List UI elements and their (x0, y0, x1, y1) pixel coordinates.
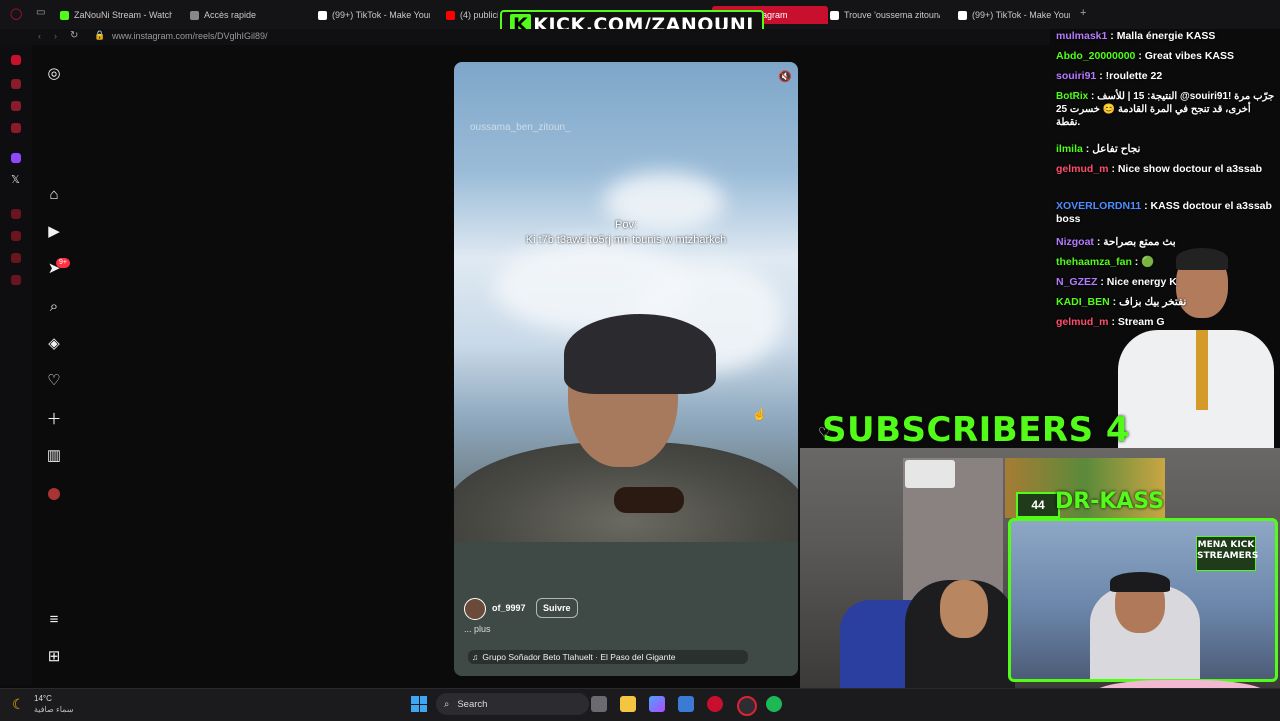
tab-tiktok-1[interactable]: (99+) TikTok - Make Your (318, 6, 430, 24)
task-view-icon[interactable] (591, 696, 607, 712)
twitch-icon[interactable] (11, 153, 21, 163)
windows-start-icon[interactable] (411, 696, 427, 712)
chat-message: thehaamza_fan : 🟢 (1056, 256, 1155, 268)
back-icon[interactable]: ‹ (38, 31, 41, 41)
hand-cursor-icon: ☝ (752, 407, 767, 421)
grid-favicon-icon (190, 10, 199, 20)
kick-favicon-icon (60, 10, 69, 20)
streamer-tag: DR-KASS (1055, 489, 1165, 514)
create-icon[interactable]: ＋ (45, 409, 63, 428)
guest-headset (1110, 572, 1170, 592)
chat-message: KADI_BEN : نفتخر بيك بزاف (1056, 296, 1187, 308)
search-icon[interactable]: ⌕ (45, 297, 63, 315)
new-tab-icon[interactable]: + (1080, 7, 1086, 19)
store-icon[interactable] (678, 696, 694, 712)
youtube-favicon-icon (446, 10, 455, 20)
instagram-logo-icon[interactable]: ◎ (45, 64, 63, 82)
explore-icon[interactable]: ◈ (45, 334, 63, 352)
dashboard-icon[interactable]: ▥ (45, 446, 63, 464)
reel-subject-beanie (564, 314, 716, 394)
spotify-icon[interactable] (766, 696, 782, 712)
reels-icon[interactable]: ▶ (45, 222, 63, 240)
tab-overview-icon[interactable]: ▭ (36, 7, 45, 18)
obs-icon[interactable] (737, 696, 757, 716)
stream-chat: mulmask1 : Malla énergie KASS Abdo_20000… (1052, 28, 1280, 338)
mena-kick-badge: MENA KICK STREAMERS (1196, 536, 1258, 571)
reel-caption-text: Ki t7b t3awd to5rj mn tounis w mtzharkch (525, 234, 727, 246)
chat-message: Nizgoat : بث ممتع بصراحة (1056, 236, 1176, 248)
forward-icon[interactable]: › (54, 31, 57, 41)
level-badge: 44 (1016, 492, 1060, 518)
sidebar-app-icon[interactable] (11, 79, 21, 89)
reel-username-watermark: oussama_ben_zitoun_ (470, 122, 571, 133)
browser-sidebar: 𝕏 (0, 45, 32, 685)
chat-message: souiri91 : !roulette 22 (1056, 70, 1163, 82)
taskbar-search[interactable]: ⌕ Search (436, 693, 589, 715)
mute-icon[interactable]: 🔇 (778, 70, 792, 83)
home-icon[interactable]: ⌂ (45, 185, 63, 203)
meta-icon[interactable]: ⊞ (45, 647, 63, 665)
file-explorer-icon[interactable] (620, 696, 636, 712)
sidebar-app-icon[interactable] (11, 101, 21, 111)
search-icon: ⌕ (444, 698, 450, 710)
weather-moon-icon[interactable]: ☾ (12, 696, 25, 713)
windows-taskbar (0, 688, 1280, 721)
subscribers-banner: SUBSCRIBERS 4 (822, 410, 1131, 450)
chat-message: mulmask1 : Malla énergie KASS (1056, 30, 1216, 42)
weather-temperature[interactable]: 14°C (34, 694, 52, 703)
tab-publicite[interactable]: (4) publicit (446, 6, 498, 24)
opera-icon[interactable] (707, 696, 723, 712)
menu-icon[interactable]: ≡ (45, 610, 63, 628)
chat-message: N_GZEZ : Nice energy K (1056, 276, 1177, 288)
sidebar-app-icon[interactable] (11, 123, 21, 133)
reel-music[interactable]: ♫ Grupo Soñador Beto Tlahuelt · El Paso d… (468, 650, 748, 664)
doctor-cutout-tie (1196, 330, 1208, 410)
x-icon[interactable]: 𝕏 (11, 173, 20, 186)
reel-subject-sunglasses (614, 487, 684, 513)
copilot-icon[interactable] (649, 696, 665, 712)
tiktok-favicon-icon (318, 10, 327, 20)
opera-logo-icon[interactable]: ◯ (10, 7, 22, 20)
chat-message: BotRix : النتيجة: 15 | للأسف @souiri91! … (1056, 91, 1275, 128)
profile-icon[interactable] (45, 485, 63, 503)
chat-message: gelmud_m : Stream G (1056, 316, 1165, 328)
follow-button[interactable]: Suivre (536, 598, 578, 618)
weather-description: سماء صافية (34, 705, 74, 714)
chat-message: XOVERLORDN11 : KASS doctour el a3ssab bo… (1056, 200, 1272, 225)
music-note-icon: ♫ (472, 652, 479, 662)
more-link[interactable]: ... plus (464, 624, 491, 634)
chat-message: gelmud_m : Nice show doctour el a3ssab (1056, 163, 1262, 175)
reel-caption-title: Pov: (614, 219, 637, 231)
url-input[interactable]: www.instagram.com/reels/DVglhIGil89/ (112, 31, 268, 41)
tab-trouve[interactable]: Trouve 'oussema zitoun/ (830, 6, 940, 24)
sidebar-app-icon[interactable] (11, 231, 21, 241)
messages-badge: 9+ (56, 258, 70, 268)
tab-acces-rapide[interactable]: Accès rapide (190, 6, 300, 24)
chat-message: ilmila : نجاح تفاعل (1056, 143, 1141, 155)
sidebar-app-icon[interactable] (11, 275, 21, 285)
tab-tiktok-2[interactable]: (99+) TikTok - Make Your (958, 6, 1070, 24)
reel-video[interactable]: 🔇 oussama_ben_zitoun_ Pov: Ki t7b t3awd … (454, 62, 798, 676)
chat-message: Abdo_20000000 : Great vibes KASS (1056, 50, 1235, 62)
sidebar-app-icon[interactable] (11, 209, 21, 219)
notifications-icon[interactable]: ♡ (45, 371, 63, 389)
author-avatar[interactable] (464, 598, 486, 620)
sidebar-app-icon[interactable] (11, 253, 21, 263)
webcam-air-conditioner (905, 460, 955, 488)
reload-icon[interactable]: ↻ (70, 30, 78, 41)
webcam-person-head (940, 580, 988, 638)
tiktok-favicon-icon (958, 10, 967, 20)
tiktok-favicon-icon (830, 10, 839, 20)
tab-zanouni[interactable]: ZaNouNi Stream - Watch (60, 6, 172, 24)
lock-icon: 🔒 (94, 30, 106, 40)
reel-author[interactable]: of_9997 (492, 603, 526, 613)
sidebar-app-icon[interactable] (11, 55, 21, 65)
